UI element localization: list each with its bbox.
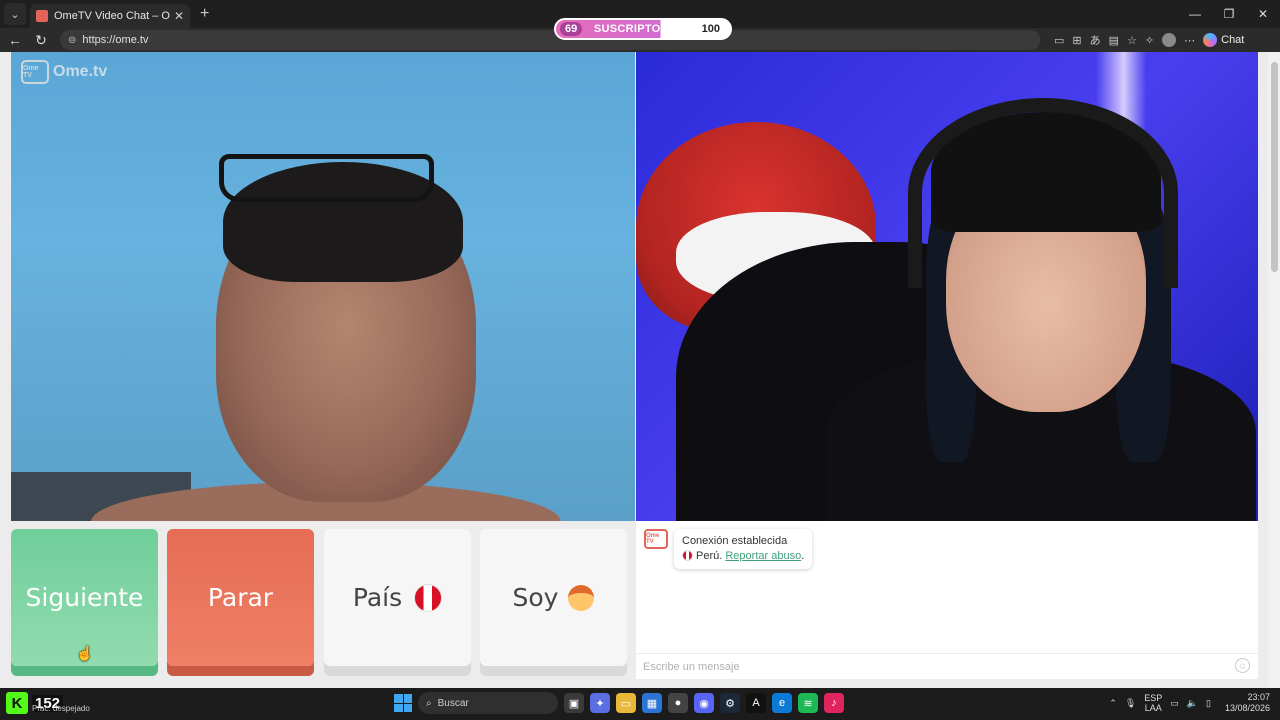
emoji-icon[interactable]: ☺ [1235,658,1250,673]
clock-date: 13/08/2026 [1224,703,1270,713]
app-a-icon[interactable]: A [746,693,766,713]
ometv-logo[interactable]: Ome TV Ome.tv [21,60,107,84]
clock[interactable]: 23:07 13/08/2026 [1225,692,1270,714]
apps-icon[interactable]: ⊞ [1072,34,1081,47]
steam-icon[interactable]: ⚙ [720,693,740,713]
tiktok-icon[interactable]: ♪ [824,693,844,713]
window-controls: — ❐ ✕ [1178,0,1280,28]
window-close-icon[interactable]: ✕ [1246,0,1280,28]
taskbar-search-placeholder: Buscar [437,697,469,709]
new-tab-plus-icon[interactable]: + [200,5,209,23]
profile-avatar[interactable] [1162,33,1177,47]
lang-top: ESP [1144,693,1163,703]
system-message-bubble: Conexión establecida Perú. Reportar abus… [674,529,813,569]
report-suffix: . [801,550,805,562]
peru-flag-small-icon [682,550,693,561]
country-report-line: Perú. Reportar abuso. [682,549,804,564]
gender-button-label: Soy [512,583,559,612]
peru-flag-icon [414,583,443,612]
url-field[interactable]: ⊜ https://ome.tv [60,30,1040,50]
ometv-logo-text: Ome.tv [53,63,108,80]
boy-face-icon [568,584,595,611]
reader-icon[interactable]: ▤ [1109,34,1119,47]
report-abuse-link[interactable]: Reportar abuso [725,550,801,562]
tab-title: OmeTV Video Chat – Omegle [54,10,170,22]
store-icon[interactable]: ▦ [642,693,662,713]
tab-actions-chevron-icon[interactable]: ⌄ [4,3,26,25]
message-input[interactable]: Escribe un mensaje [636,653,1258,679]
site-info-icon[interactable]: ⊜ [68,35,76,46]
tray-overflow-chevron-icon[interactable]: ⌃ [1109,698,1117,709]
network-icon[interactable]: ▭ [1170,698,1179,709]
copilot-chat-button[interactable]: Chat [1203,33,1244,47]
ometv-chat-logo-icon: Ome TV [644,529,668,549]
stranger-sunglasses [219,154,434,202]
back-arrow-icon[interactable]: ← [4,29,26,51]
battery-icon[interactable]: ▯ [1206,698,1211,709]
clock-time: 23:07 [1247,692,1270,702]
microphone-icon[interactable]: 🎙 [1125,698,1136,709]
mouse-pointer-icon: ☝ [76,645,94,661]
volume-icon[interactable]: 🔈 [1187,698,1198,709]
favorite-star-icon[interactable]: ☆ [1127,34,1137,47]
system-tray: ⌃ 🎙 ESP LAA ▭ 🔈 ▯ 23:07 13/08/2026 [1109,692,1270,714]
search-icon: ⌕ [426,697,432,709]
url-text: https://ome.tv [82,34,149,46]
obs-icon[interactable]: ● [668,693,688,713]
restore-icon[interactable]: ❐ [1212,0,1246,28]
ometv-tv-icon: Ome TV [21,60,49,84]
stranger-country: Perú. [696,550,723,562]
lang-bottom: LAA [1144,703,1162,713]
subscriber-goal-overlay: 69 SUSCRIPTORES 100 [554,18,732,40]
task-view-icon[interactable]: ▣ [564,693,584,713]
stop-button-label: Parar [207,583,274,612]
subs-label: SUSCRIPTORES [593,23,685,35]
minimize-icon[interactable]: — [1178,0,1212,28]
ometv-favicon-icon [36,10,48,22]
copilot-icon [1203,33,1218,47]
widgets-icon[interactable]: ✦ [590,693,610,713]
discord-icon[interactable]: ◉ [694,693,714,713]
next-button-label: Siguiente [25,583,144,612]
collections-icon[interactable]: ✧ [1145,34,1154,47]
spotify-icon[interactable]: ≋ [798,693,818,713]
language-indicator[interactable]: ESP LAA [1144,693,1162,713]
page-scrollbar[interactable] [1268,52,1280,688]
subs-goal-count: 100 [695,22,726,36]
self-video [636,52,1258,521]
more-menu-icon[interactable]: ⋯ [1184,34,1195,47]
chat-button-label: Chat [1221,34,1245,46]
weather-status[interactable]: Prac. despejado [32,704,90,713]
reload-icon[interactable]: ↻ [30,29,52,51]
windows-start-icon[interactable] [394,694,412,712]
country-button-label: País [352,583,403,612]
message-input-placeholder: Escribe un mensaje [643,660,740,673]
file-explorer-icon[interactable]: ▭ [616,693,636,713]
connection-status-text: Conexión establecida [682,535,788,547]
system-message: Ome TV Conexión establecida Perú. Report… [644,529,813,569]
gender-button[interactable]: Soy [480,529,627,666]
taskbar-search[interactable]: ⌕ Buscar [418,692,558,714]
scrollbar-thumb[interactable] [1271,62,1278,272]
address-bar-actions: ▭ ⊞ あ ▤ ☆ ✧ ⋯ [1054,32,1195,48]
subs-current-count: 69 [560,22,583,36]
chat-panel: Ome TV Conexión establecida Perú. Report… [636,521,1258,679]
ometv-page: Ome TV Ome.tv Siguiente Parar País Soy ☝… [0,52,1280,688]
kick-logo-icon: K [6,692,28,714]
translate-icon[interactable]: あ [1090,32,1101,48]
camera-icon[interactable]: ▭ [1054,34,1064,47]
streamer-headset [908,98,1178,288]
country-button[interactable]: País [324,529,471,666]
taskbar-apps: ⌕ Buscar ▣ ✦ ▭ ▦ ● ◉ ⚙ A e ≋ ♪ [394,692,844,714]
edge-icon[interactable]: e [772,693,792,713]
stop-button[interactable]: Parar [167,529,314,666]
windows-taskbar: K 152 Prac. despejado ⌕ Buscar ▣ ✦ ▭ ▦ ●… [0,688,1280,720]
stranger-video: Ome TV Ome.tv [11,52,635,521]
browser-tab[interactable]: OmeTV Video Chat – Omegle ✕ [30,4,190,28]
tab-close-icon[interactable]: ✕ [174,9,184,23]
